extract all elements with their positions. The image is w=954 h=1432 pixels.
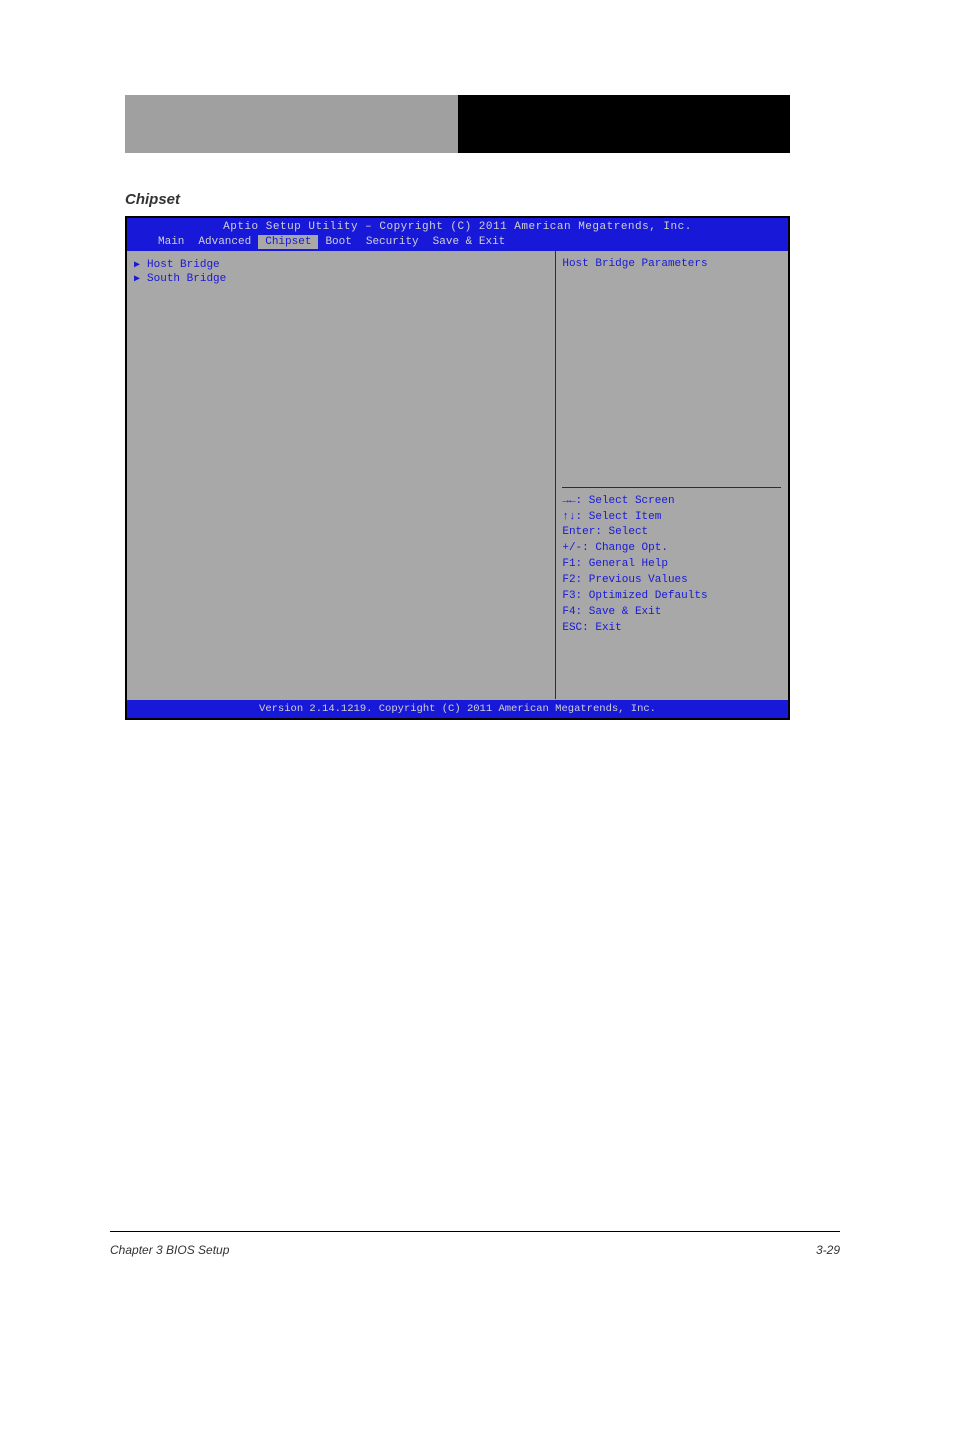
tab-chipset[interactable]: Chipset	[258, 235, 318, 249]
bios-help-panel: Host Bridge Parameters →←: Select Screen…	[556, 251, 787, 699]
page-footer-line	[110, 1231, 840, 1232]
help-key: F4: Save & Exit	[562, 605, 781, 621]
help-key: +/-: Change Opt.	[562, 541, 781, 557]
tab-security[interactable]: Security	[359, 235, 426, 249]
help-key: ↑↓: Select Item	[562, 510, 781, 526]
bios-screen: Aptio Setup Utility – Copyright (C) 2011…	[125, 216, 790, 720]
help-key: F2: Previous Values	[562, 573, 781, 589]
help-key: Enter: Select	[562, 525, 781, 541]
menu-item-label: Host Bridge	[147, 259, 220, 271]
chipset-heading: Chipset	[125, 191, 790, 208]
help-key: ESC: Exit	[562, 621, 781, 637]
tab-save-exit[interactable]: Save & Exit	[426, 235, 513, 249]
tab-advanced[interactable]: Advanced	[191, 235, 258, 249]
help-key: F3: Optimized Defaults	[562, 589, 781, 605]
header-right-block	[458, 95, 791, 153]
bios-footer: Version 2.14.1219. Copyright (C) 2011 Am…	[127, 700, 788, 718]
header-bar	[125, 95, 790, 153]
bios-menu-panel: ▶ Host Bridge ▶ South Bridge	[128, 251, 556, 699]
page-footer-right: 3-29	[816, 1243, 840, 1257]
help-divider	[562, 487, 781, 488]
tab-boot[interactable]: Boot	[318, 235, 358, 249]
submenu-arrow-icon: ▶	[134, 259, 140, 271]
bios-title: Aptio Setup Utility – Copyright (C) 2011…	[127, 218, 788, 233]
bios-tabs: Main Advanced Chipset Boot Security Save…	[127, 233, 788, 251]
menu-item-label: South Bridge	[147, 273, 226, 285]
header-left-block	[125, 95, 458, 153]
page-footer-left: Chapter 3 BIOS Setup	[110, 1243, 229, 1257]
help-key: →←: Select Screen	[562, 494, 781, 510]
submenu-arrow-icon: ▶	[134, 273, 140, 285]
help-description: Host Bridge Parameters	[562, 258, 781, 270]
tab-main[interactable]: Main	[151, 235, 191, 249]
menu-item-south-bridge[interactable]: ▶ South Bridge	[134, 272, 549, 286]
menu-item-host-bridge[interactable]: ▶ Host Bridge	[134, 258, 549, 272]
page-footer: Chapter 3 BIOS Setup 3-29	[110, 1243, 840, 1257]
help-key-list: →←: Select Screen ↑↓: Select Item Enter:…	[562, 494, 781, 637]
help-key: F1: General Help	[562, 557, 781, 573]
